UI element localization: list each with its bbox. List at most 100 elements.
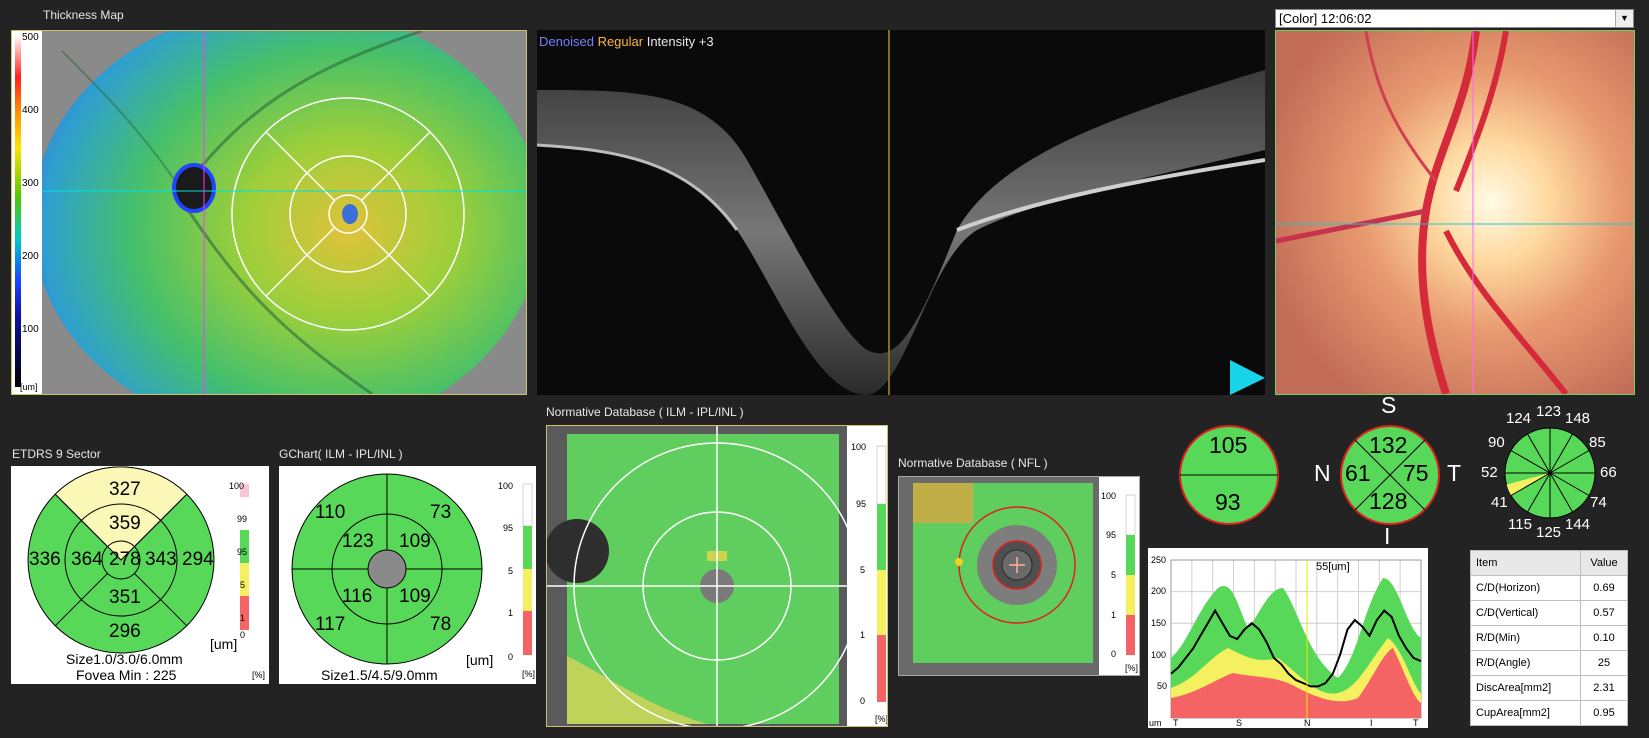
chevron-down-icon[interactable]: ▼ xyxy=(1615,10,1633,27)
scale-tick: 5 xyxy=(860,565,866,575)
thickness-map-image xyxy=(42,31,526,394)
scale-tick: 1 xyxy=(240,613,246,623)
y-tick: 250 xyxy=(1151,555,1167,565)
tsnit-graph-panel[interactable]: 250 200 150 100 50 um 55[um] T S N I T xyxy=(1148,548,1428,728)
scale-unit: [um] xyxy=(20,382,38,392)
gchart-size-text: Size1.5/4.5/9.0mm xyxy=(321,667,438,683)
gchart-outer-top-left: 110 xyxy=(315,502,346,523)
table-cell-item: C/D(Vertical) xyxy=(1470,600,1581,626)
clock-value: 41 xyxy=(1491,494,1508,511)
fundus-photo-panel[interactable] xyxy=(1275,30,1635,395)
scale-tick: 95 xyxy=(1106,530,1117,540)
table-cell-value: 0.69 xyxy=(1580,575,1628,601)
clock-value: 52 xyxy=(1481,464,1498,481)
tsnit-graph xyxy=(1170,559,1422,719)
norm-gcl-title: Normative Database ( ILM - IPL/INL ) xyxy=(546,405,744,419)
scale-unit: [%] xyxy=(1125,663,1139,673)
y-tick: 50 xyxy=(1157,681,1168,691)
scale-tick: 0 xyxy=(1111,649,1117,659)
etdrs-outer-temporal: 336 xyxy=(29,549,61,570)
fundus-image-selector[interactable]: [Color] 12:06:02 ▼ xyxy=(1275,9,1634,28)
quadrant-label-s: S xyxy=(1381,392,1397,418)
table-cell-value: 25 xyxy=(1580,650,1628,676)
clock-value: 74 xyxy=(1590,494,1607,511)
clock-value: 124 xyxy=(1506,410,1532,427)
table-row: CupArea[mm2] 0.95 xyxy=(1470,700,1628,726)
gchart-inner-bottom-right: 109 xyxy=(399,586,431,607)
quadrant-superior: 132 xyxy=(1369,432,1408,458)
table-header-item: Item xyxy=(1470,550,1581,576)
scale-tick: 100 xyxy=(22,324,39,335)
norm-gcl-panel[interactable]: 100 95 5 1 0 [%] xyxy=(546,425,888,727)
scale-tick: 500 xyxy=(22,32,39,43)
etdrs-fovea-min: Fovea Min : 225 xyxy=(76,667,177,683)
nfl-half-superior: 105 xyxy=(1209,432,1248,458)
scale-tick: 100 xyxy=(851,442,867,452)
oct-bscan-panel[interactable]: Denoised Regular Intensity +3 xyxy=(537,30,1265,395)
scale-tick: 5 xyxy=(1111,570,1117,580)
clock-value: 66 xyxy=(1600,464,1617,481)
norm-gcl-map xyxy=(547,426,847,726)
quadrant-nasal: 61 xyxy=(1345,460,1371,486)
table-cell-value: 0.10 xyxy=(1580,625,1628,651)
x-tick: T xyxy=(1413,718,1419,728)
y-tick: 150 xyxy=(1151,618,1167,628)
scale-unit: [%] xyxy=(522,669,536,679)
quadrant-temporal: 75 xyxy=(1403,460,1429,486)
scale-tick: 5 xyxy=(240,580,246,590)
cd-ratio-table: Item Value C/D(Horizon) 0.69 C/D(Vertica… xyxy=(1470,550,1628,726)
table-cell-item: R/D(Min) xyxy=(1470,625,1581,651)
gchart-inner-top-right: 109 xyxy=(399,531,431,552)
etdrs-center: 278 xyxy=(109,549,141,570)
scale-tick: 95 xyxy=(237,547,248,557)
scale-tick: 95 xyxy=(503,523,514,533)
clock-value: 148 xyxy=(1565,410,1591,427)
scale-tick: 1 xyxy=(1111,610,1117,620)
quadrant-label-i: I xyxy=(1384,523,1391,549)
gchart-outer-top-right: 73 xyxy=(430,502,452,523)
gchart-panel[interactable]: 110 73 123 109 116 109 117 78 [um] Size1… xyxy=(279,466,536,684)
table-row: R/D(Angle) 25 xyxy=(1470,650,1628,676)
y-tick: 100 xyxy=(1151,650,1167,660)
tsnit-title: 55[um] xyxy=(1316,561,1350,573)
scale-unit: [%] xyxy=(252,670,266,680)
gchart-unit: [um] xyxy=(466,652,494,668)
nfl-clock-chart xyxy=(1504,427,1596,519)
quadrant-label-n: N xyxy=(1314,460,1331,486)
clock-value: 85 xyxy=(1589,434,1606,451)
norm-nfl-map xyxy=(899,477,1099,675)
scale-tick: 300 xyxy=(22,178,39,189)
thickness-color-scale xyxy=(15,35,21,387)
gchart-chart xyxy=(291,473,533,665)
intensity-label: Intensity +3 xyxy=(646,34,714,49)
norm-nfl-panel[interactable]: 100 95 5 1 0 [%] xyxy=(898,476,1140,676)
scale-tick: 200 xyxy=(22,251,39,262)
scale-tick: 100 xyxy=(1101,491,1117,501)
gchart-inner-top-left: 123 xyxy=(342,531,374,552)
scale-tick: 95 xyxy=(856,499,867,509)
table-cell-value: 0.57 xyxy=(1580,600,1628,626)
nfl-half-inferior: 93 xyxy=(1215,489,1241,515)
table-row: DiscArea[mm2] 2.31 xyxy=(1470,675,1628,701)
gchart-outer-bottom-left: 117 xyxy=(315,614,346,635)
table-cell-value: 0.95 xyxy=(1580,700,1628,726)
scale-tick: 0 xyxy=(240,630,246,640)
y-unit: um xyxy=(1149,718,1162,728)
x-tick: S xyxy=(1236,718,1243,728)
scale-tick: 100 xyxy=(229,481,245,491)
table-header-value: Value xyxy=(1580,550,1628,576)
etdrs-panel[interactable]: 327 359 278 364 343 336 294 351 296 [um]… xyxy=(11,466,269,684)
scale-tick: 5 xyxy=(508,566,514,576)
thickness-map-panel[interactable]: 500 400 300 200 100 [um] xyxy=(11,30,527,395)
etdrs-size-text: Size1.0/3.0/6.0mm xyxy=(66,651,183,667)
etdrs-outer-superior: 327 xyxy=(109,479,141,500)
scale-tick: 100 xyxy=(498,481,514,491)
clock-value: 125 xyxy=(1536,524,1562,541)
etdrs-inner-temporal: 364 xyxy=(71,549,103,570)
gchart-title: GChart( ILM - IPL/INL ) xyxy=(279,447,403,461)
etdrs-outer-nasal: 294 xyxy=(182,549,214,570)
table-row: C/D(Vertical) 0.57 xyxy=(1470,600,1628,626)
table-row: C/D(Horizon) 0.69 xyxy=(1470,575,1628,601)
etdrs-outer-inferior: 296 xyxy=(109,621,141,642)
table-cell-item: CupArea[mm2] xyxy=(1470,700,1581,726)
